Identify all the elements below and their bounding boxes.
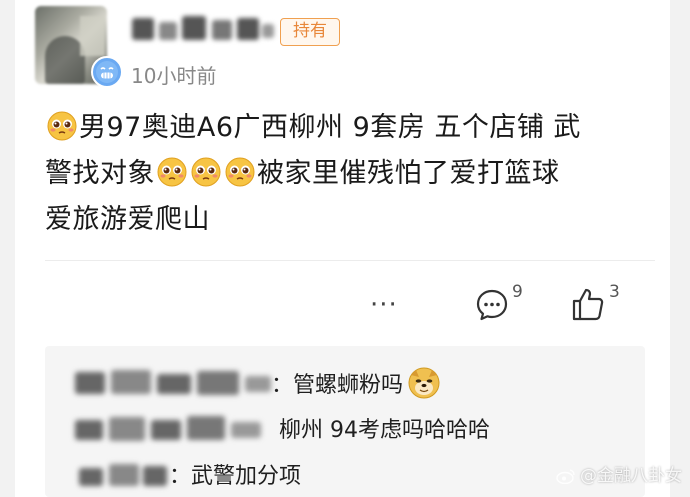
pleading-face-emoji-icon: [224, 156, 256, 188]
weibo-logo-icon: [556, 468, 576, 489]
watermark-text: @金融八卦女: [580, 466, 682, 486]
like-count: 3: [609, 282, 620, 302]
commenter-name-redacted[interactable]: [75, 368, 275, 396]
doge-emoji-icon: [407, 366, 441, 400]
post-card: 持有 10小时前 男97奥迪A6广西柳州 9套房 五个店铺 武 警找对象 被家里…: [15, 0, 670, 497]
comment-item[interactable]: ：武警加分项: [45, 454, 645, 494]
like-thumbs-up-icon[interactable]: [571, 286, 605, 326]
post-text: 男97奥迪A6广西柳州 9套房 五个店铺 武 警找对象 被家里催残怕了爱打篮球 …: [45, 105, 655, 243]
post-line-2: 警找对象 被家里催残怕了爱打篮球: [45, 151, 655, 197]
username-redacted[interactable]: [127, 10, 277, 46]
comment-text: ：管螺蛳粉吗: [271, 366, 442, 400]
grin-emoji-badge-icon: [91, 56, 123, 88]
post-line-2b-text: 被家里催残怕了爱打篮球: [257, 158, 560, 189]
comments-panel: ：管螺蛳粉吗 柳州 94考虑吗哈哈哈 ：武警加分项: [45, 346, 645, 497]
post-line-3-text: 爱旅游爱爬山: [45, 204, 210, 235]
comment-count: 9: [512, 282, 523, 302]
comment-icon[interactable]: [475, 288, 509, 326]
pleading-face-emoji-icon: [46, 110, 78, 142]
post-line-1-text: 男97奥迪A6广西柳州 9套房 五个店铺 武: [79, 112, 581, 143]
comment-item[interactable]: 柳州 94考虑吗哈哈哈: [45, 408, 645, 448]
holding-tag: 持有: [280, 18, 340, 46]
more-options-button[interactable]: ···: [370, 290, 398, 320]
pleading-face-emoji-icon: [190, 156, 222, 188]
comment-text: 柳州 94考虑吗哈哈哈: [279, 418, 490, 443]
comment-text: ：武警加分项: [169, 464, 302, 489]
comment-item[interactable]: ：管螺蛳粉吗: [45, 362, 645, 402]
post-line-2a-text: 警找对象: [45, 158, 155, 189]
post-line-1: 男97奥迪A6广西柳州 9套房 五个店铺 武: [45, 105, 655, 151]
post-time: 10小时前: [131, 64, 217, 88]
commenter-name-redacted[interactable]: [79, 460, 169, 488]
commenter-name-redacted[interactable]: [75, 414, 265, 442]
divider: [45, 260, 655, 261]
post-line-3: 爱旅游爱爬山: [45, 197, 655, 243]
weibo-watermark: @金融八卦女: [556, 461, 682, 489]
pleading-face-emoji-icon: [156, 156, 188, 188]
